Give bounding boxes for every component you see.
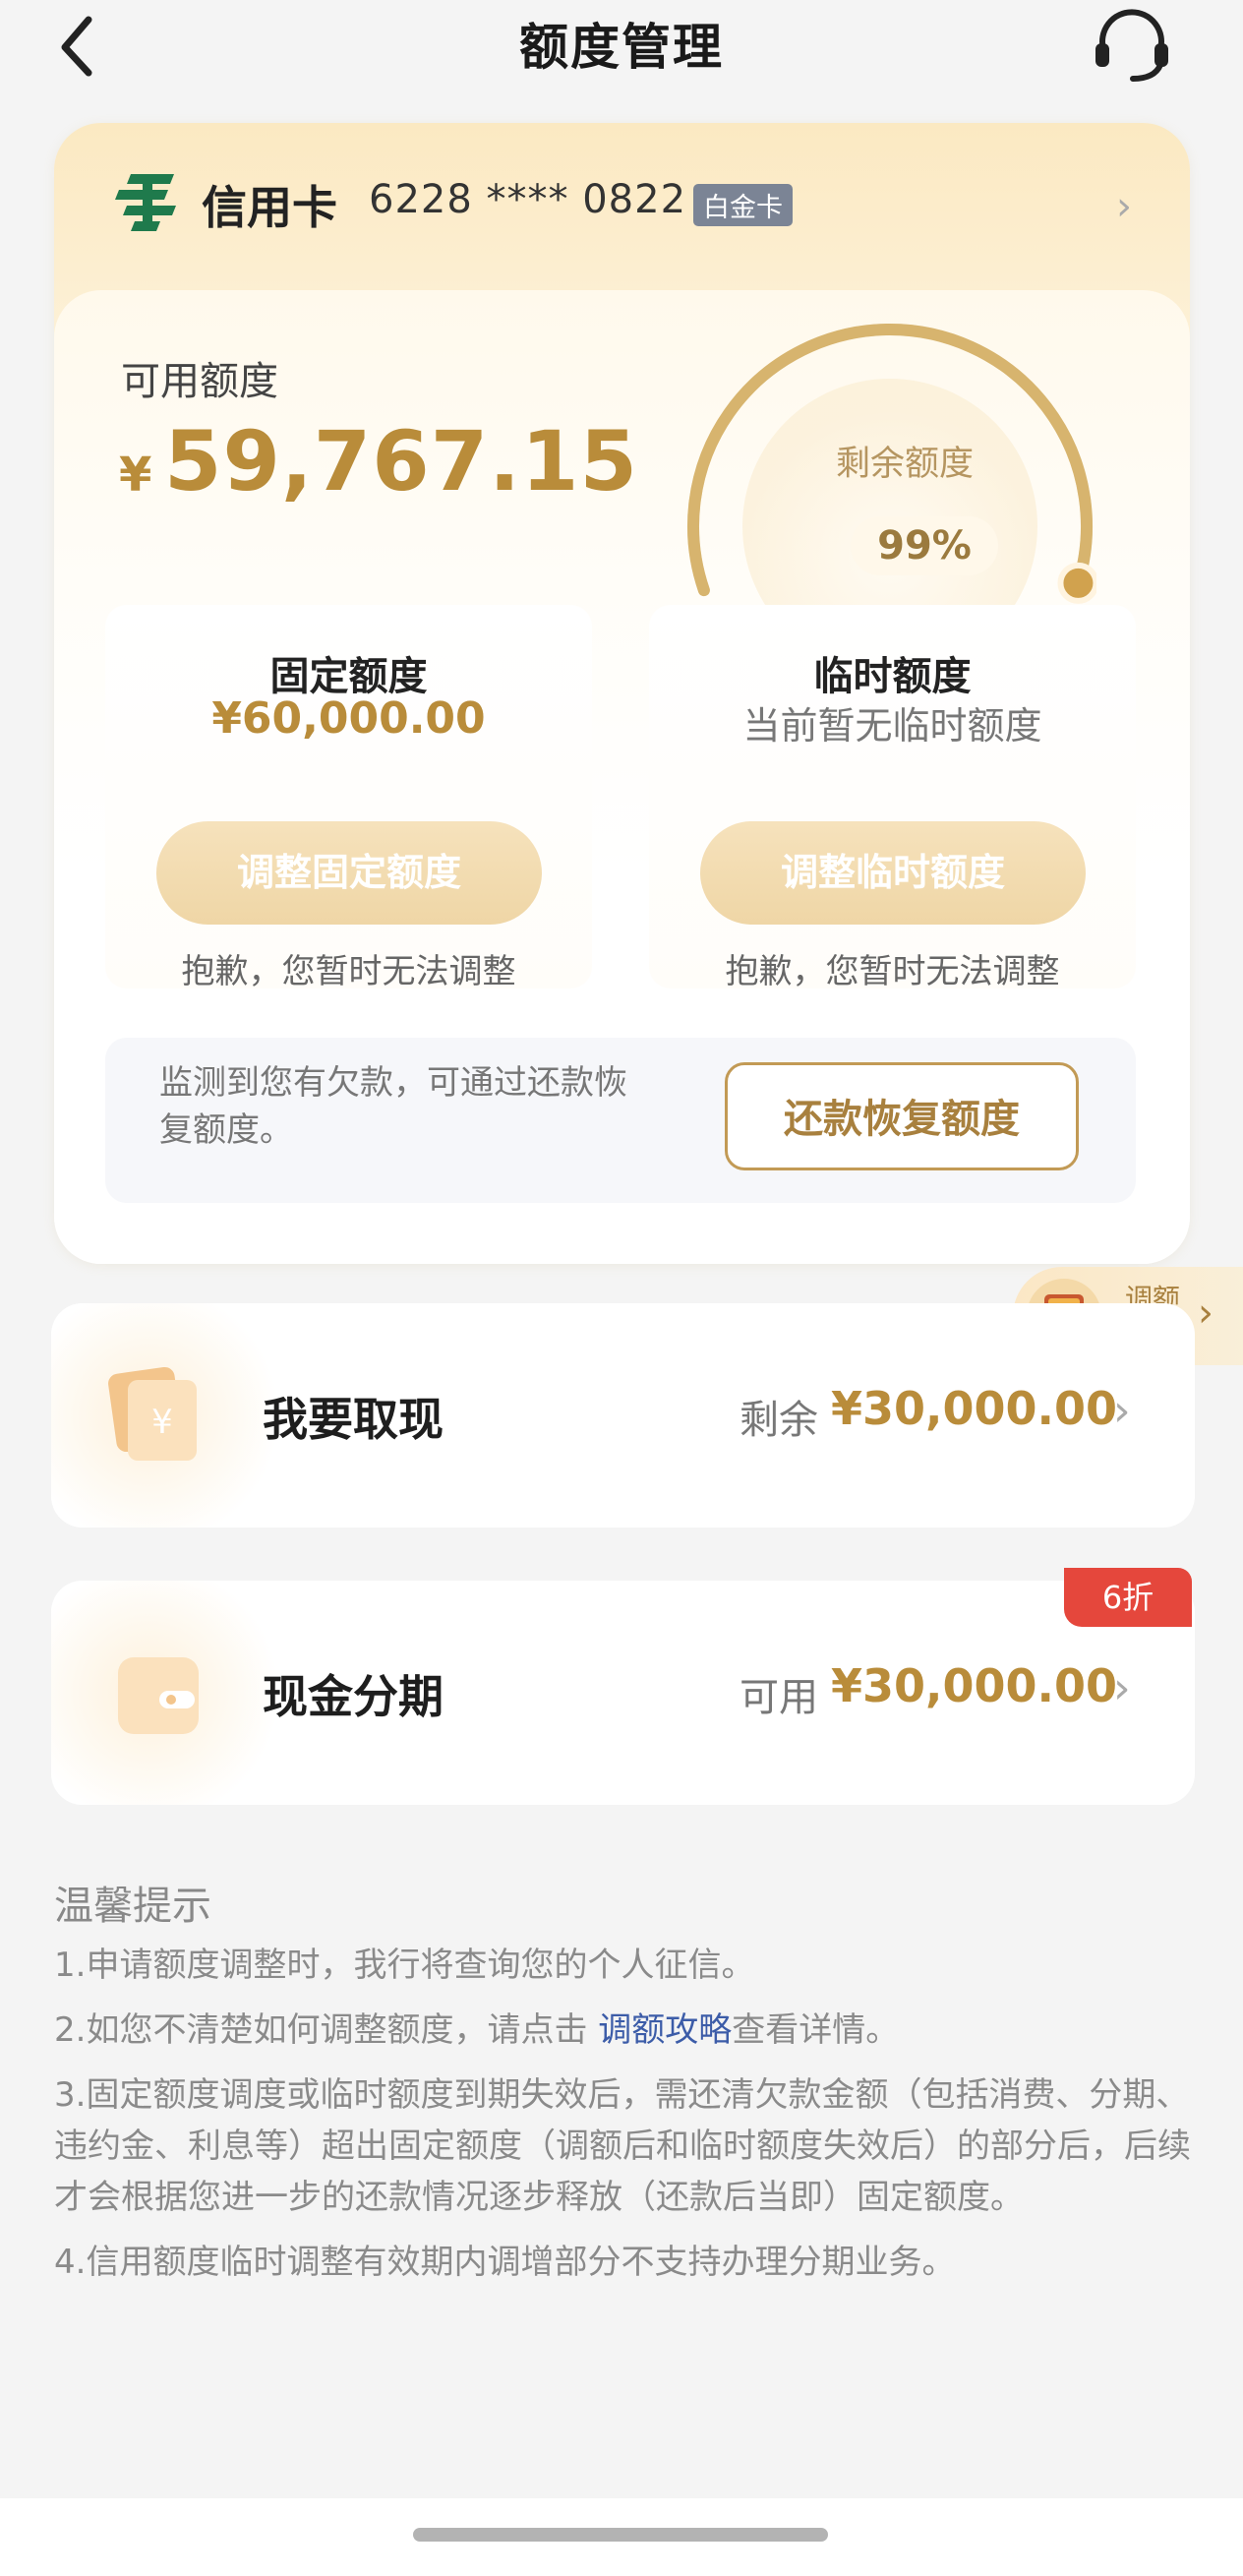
discount-badge: 6折 — [1064, 1568, 1192, 1627]
cash-card-icon: ¥ — [108, 1366, 197, 1461]
notice-text: 监测到您有欠款，可通过还款恢复额度。 — [159, 1063, 627, 1150]
cash-installment-row[interactable]: 现金分期 可用 ¥30,000.00 › — [51, 1581, 1195, 1805]
temp-limit-note: 抱歉，您暂时无法调整 — [725, 952, 1060, 991]
adjust-temp-limit-button[interactable]: 调整临时额度 — [700, 821, 1086, 925]
temp-limit-title: 临时额度 — [813, 654, 972, 699]
tips-list: 1.申请额度调整时，我行将查询您的个人征信。 2.如您不清楚如何调整额度，请点击… — [54, 1940, 1195, 2302]
page-title: 额度管理 — [519, 19, 724, 76]
withdraw-remaining-label: 剩余 — [740, 1398, 818, 1443]
temp-limit-box: 临时额度 当前暂无临时额度 调整临时额度 抱歉，您暂时无法调整 — [649, 605, 1136, 991]
installment-amount: ¥30,000.00 — [831, 1659, 1118, 1712]
tip-2-suffix: 查看详情。 — [732, 2010, 900, 2050]
card-level-badge: 白金卡 — [693, 184, 793, 226]
cash-withdraw-row[interactable]: ¥ 我要取现 剩余 ¥30,000.00 › — [51, 1303, 1195, 1528]
fixed-limit-amount: ¥60,000.00 — [211, 693, 486, 744]
tip-1: 1.申请额度调整时，我行将查询您的个人征信。 — [54, 1946, 755, 1985]
card-info-header[interactable]: 信用卡 6228 **** 0822 白金卡 › — [54, 123, 1190, 290]
card-type: 信用卡 — [202, 181, 337, 234]
bank-logo-icon — [115, 174, 176, 231]
chevron-right-icon: › — [1198, 1290, 1213, 1336]
gauge-label: 剩余额度 — [835, 445, 974, 484]
headset-icon — [1095, 9, 1168, 82]
debt-notice: 监测到您有欠款，可通过还款恢复额度。 还款恢复额度 — [105, 1038, 1136, 1203]
adjust-fixed-limit-button[interactable]: 调整固定额度 — [156, 821, 542, 925]
tip-2: 2.如您不清楚如何调整额度，请点击 调额攻略查看详情。 — [54, 2005, 1195, 2056]
home-indicator[interactable] — [413, 2528, 828, 2542]
tip-2-text: 2.如您不清楚如何调整额度，请点击 — [54, 2010, 599, 2050]
limit-panel: 可用额度 ¥ 59,767.15 剩余额度 99% 固定额度 ¥60,000.0… — [54, 290, 1190, 1264]
gauge-percent: 99% — [851, 516, 998, 575]
available-limit-label: 可用额度 — [121, 359, 278, 404]
customer-service-button[interactable] — [1090, 6, 1174, 85]
svg-text:¥: ¥ — [151, 1403, 173, 1442]
currency-symbol: ¥ — [119, 448, 152, 503]
fixed-limit-box: 固定额度 ¥60,000.00 调整固定额度 抱歉，您暂时无法调整 — [105, 605, 592, 991]
fixed-limit-note: 抱歉，您暂时无法调整 — [181, 952, 516, 991]
withdraw-title: 我要取现 — [263, 1393, 444, 1446]
repay-restore-button[interactable]: 还款恢复额度 — [725, 1062, 1079, 1170]
chevron-right-icon: › — [1116, 184, 1132, 229]
available-limit-amount: 59,767.15 — [164, 413, 638, 509]
installment-available-label: 可用 — [740, 1675, 818, 1720]
tip-3: 3.固定额度调度或临时额度到期失效后，需还清欠款金额（包括消费、分期、违约金、利… — [54, 2075, 1191, 2217]
card-number: 6228 **** 0822 — [369, 177, 687, 222]
credit-limit-card: 信用卡 6228 **** 0822 白金卡 › 可用额度 ¥ 59,767.1… — [54, 123, 1190, 1264]
tips-title: 温馨提示 — [54, 1884, 211, 1929]
withdraw-amount: ¥30,000.00 — [831, 1382, 1118, 1435]
wallet-icon — [118, 1657, 199, 1734]
temp-limit-subtitle: 当前暂无临时额度 — [742, 704, 1042, 748]
chevron-right-icon: › — [1113, 1663, 1131, 1713]
chevron-right-icon: › — [1113, 1386, 1131, 1436]
installment-title: 现金分期 — [263, 1670, 444, 1723]
tip-4: 4.信用额度临时调整有效期内调增部分不支持办理分期业务。 — [54, 2243, 956, 2282]
strategy-link[interactable]: 调额攻略 — [598, 2010, 732, 2050]
